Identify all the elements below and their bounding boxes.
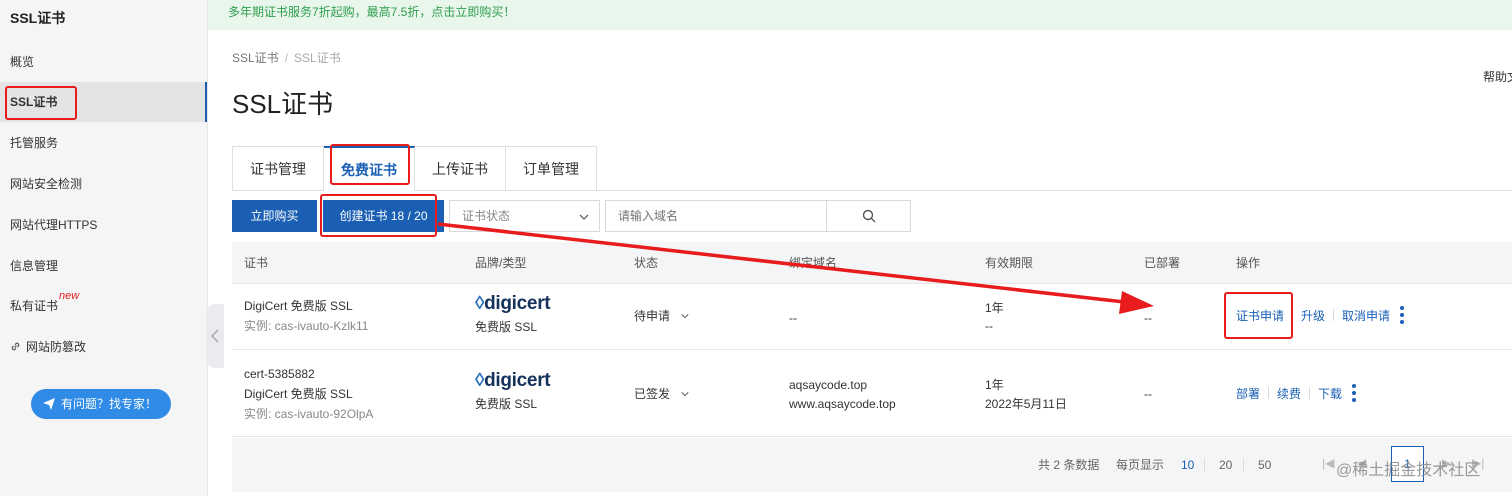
app-root: SSL证书 概览 SSL证书 托管服务 网站安全检测 网站代理HTTPS 信息管… bbox=[0, 0, 1512, 496]
annotation-arrow bbox=[437, 222, 1154, 314]
watermark: @稀土掘金技术社区 bbox=[1336, 462, 1481, 479]
